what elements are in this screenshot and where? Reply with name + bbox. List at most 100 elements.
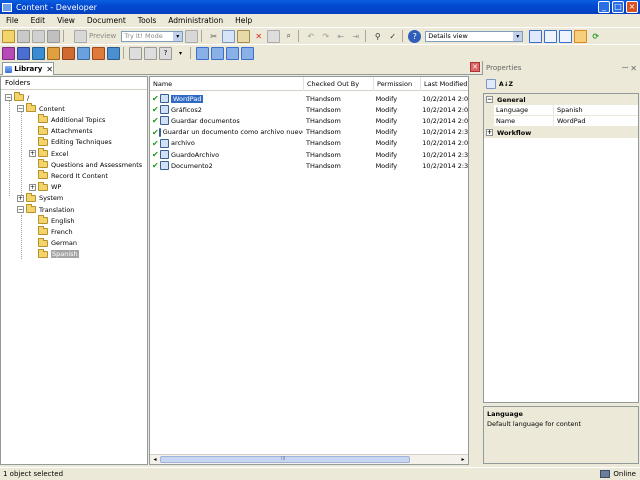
tab-library[interactable]: Library ✕	[2, 62, 54, 75]
property-row-name[interactable]: Name WordPad	[484, 116, 638, 127]
tree-node[interactable]: Spanish	[29, 248, 79, 260]
table-row[interactable]: ✔ archivo THandsom Modify 10/2/2014 2:04	[150, 138, 468, 149]
layout-split-icon[interactable]	[544, 29, 558, 43]
table-row[interactable]: ✔ Documento2 THandsom Modify 10/2/2014 2:35	[150, 160, 468, 171]
outline-view-icon[interactable]	[574, 29, 588, 43]
tree-node[interactable]: Attachments	[29, 125, 93, 137]
layout-details-icon[interactable]	[529, 29, 543, 43]
new-section-icon[interactable]	[17, 46, 30, 60]
undo-checkout-icon[interactable]	[241, 46, 254, 60]
sort-alphabetical-icon[interactable]: A↓Z	[499, 81, 513, 88]
new-assessment-icon[interactable]	[92, 46, 105, 60]
redo-icon[interactable]: ↷	[319, 30, 332, 43]
table-row[interactable]: ✔ Guardar documentos THandsom Modify 10/2/20…	[150, 115, 468, 126]
delete-icon[interactable]: ✕	[252, 30, 265, 43]
tree-node[interactable]: − /	[5, 92, 29, 103]
collapse-icon[interactable]: −	[5, 94, 12, 101]
menu-help[interactable]: Help	[229, 16, 258, 25]
collapse-icon[interactable]: −	[486, 96, 493, 103]
property-value[interactable]: Spanish	[554, 105, 638, 115]
menu-administration[interactable]: Administration	[162, 16, 229, 25]
paste-icon[interactable]	[237, 29, 251, 43]
collapse-icon[interactable]: −	[17, 206, 24, 213]
maximize-button[interactable]: □	[612, 1, 624, 13]
outdent-icon[interactable]: ⇤	[334, 30, 347, 43]
table-row[interactable]: ✔ Gráficos2 THandsom Modify 10/2/2014 2:04	[150, 104, 468, 115]
get-latest-icon[interactable]	[226, 46, 239, 60]
menu-tools[interactable]: Tools	[132, 16, 162, 25]
tree-node[interactable]: English	[29, 215, 74, 226]
close-icon[interactable]: ✕	[46, 65, 53, 74]
tree-node[interactable]: + System	[17, 192, 63, 204]
column-header-permission[interactable]: Permission	[374, 77, 421, 91]
tree-node[interactable]: Record It Content	[29, 170, 108, 181]
tree-node[interactable]: + Excel	[29, 148, 68, 159]
new-package-icon[interactable]	[47, 46, 60, 60]
collapse-icon[interactable]: −	[17, 105, 24, 113]
close-icon[interactable]: ✕	[630, 64, 637, 73]
new-web-page-icon[interactable]	[107, 46, 120, 60]
new-question-icon[interactable]	[77, 46, 90, 60]
tree-node[interactable]: − Content	[17, 103, 65, 114]
close-document-icon[interactable]: ✕	[470, 62, 480, 72]
minimize-button[interactable]: _	[598, 1, 610, 13]
menu-file[interactable]: File	[0, 16, 25, 25]
dropdown-icon[interactable]: ▾	[174, 47, 187, 60]
help-icon[interactable]: ?	[408, 29, 422, 43]
new-glossary-icon[interactable]	[62, 46, 75, 60]
open-folder-icon[interactable]	[2, 29, 15, 43]
close-button[interactable]: ×	[626, 1, 638, 13]
copy-icon[interactable]	[222, 29, 236, 43]
scroll-right-icon[interactable]: ▸	[459, 456, 467, 463]
link-icon[interactable]	[129, 46, 142, 60]
print-icon[interactable]	[32, 29, 45, 43]
properties-icon[interactable]	[185, 29, 199, 43]
categorized-icon[interactable]	[486, 79, 496, 89]
expand-icon[interactable]: +	[29, 150, 36, 157]
table-row[interactable]: ✔ WordPad THandsom Modify 10/2/2014 2:04	[150, 93, 468, 104]
expand-icon[interactable]: +	[17, 194, 24, 202]
view-select[interactable]: Details view ▾	[425, 30, 524, 42]
tree-node[interactable]: French	[29, 226, 73, 237]
help-topic-icon[interactable]: ?	[159, 46, 172, 60]
find-icon[interactable]: ⌕	[282, 30, 295, 43]
undo-icon[interactable]: ↶	[304, 30, 317, 43]
property-row-language[interactable]: Language Spanish	[484, 105, 638, 116]
spellcheck-icon[interactable]: ✓	[386, 30, 399, 43]
column-header-last-modified[interactable]: Last Modified D	[421, 77, 468, 91]
attachment-icon[interactable]	[144, 46, 157, 60]
tree-node[interactable]: German	[29, 237, 77, 249]
tree-node[interactable]: Additional Topics	[29, 114, 105, 125]
property-value[interactable]: WordPad	[554, 116, 638, 126]
check-out-icon[interactable]	[196, 46, 209, 60]
new-module-icon[interactable]	[2, 46, 15, 60]
tree-node[interactable]: − Translation	[17, 204, 74, 215]
tree-node[interactable]: Editing Techniques	[29, 136, 112, 148]
scrollbar-thumb[interactable]: III	[160, 456, 410, 463]
refresh-icon[interactable]: ⟳	[589, 30, 602, 43]
menu-edit[interactable]: Edit	[25, 16, 52, 25]
tree-node[interactable]: Questions and Assessments	[29, 159, 142, 170]
table-row[interactable]: ✔ Guardar un documento como archivo nuevo…	[150, 127, 468, 138]
binoculars-icon[interactable]: ⚲	[371, 30, 384, 43]
check-in-icon[interactable]	[211, 46, 224, 60]
menu-document[interactable]: Document	[81, 16, 132, 25]
column-header-checked-out-by[interactable]: Checked Out By	[304, 77, 374, 91]
scroll-left-icon[interactable]: ◂	[151, 456, 159, 463]
tree-node[interactable]: + WP	[29, 181, 61, 193]
new-topic-icon[interactable]	[32, 46, 45, 60]
category-workflow[interactable]: + Workflow	[484, 127, 638, 138]
cut-icon[interactable]: ✂	[207, 30, 220, 43]
expand-icon[interactable]: +	[486, 129, 493, 136]
category-general[interactable]: − General	[484, 94, 638, 105]
indent-icon[interactable]: ⇥	[349, 30, 362, 43]
rename-icon[interactable]	[267, 29, 281, 43]
pin-icon[interactable]: ꟷ	[622, 64, 628, 73]
record-icon[interactable]	[47, 29, 60, 43]
preview-button[interactable]: Preview	[69, 29, 119, 43]
save-icon[interactable]	[17, 29, 30, 43]
expand-icon[interactable]: +	[29, 183, 36, 191]
mode-select[interactable]: Try It! Mode ▾	[121, 30, 184, 42]
table-row[interactable]: ✔ GuardoArchivo THandsom Modify 10/2/2014 2:…	[150, 149, 468, 160]
layout-columns-icon[interactable]	[559, 29, 573, 43]
